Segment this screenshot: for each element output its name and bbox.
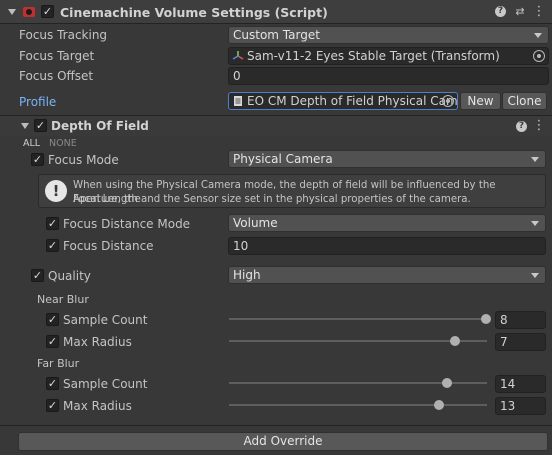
focus-offset-label: Focus Offset	[19, 69, 94, 83]
focus-offset-input[interactable]: 0	[228, 67, 549, 85]
transform-icon	[232, 50, 244, 62]
footer-separator	[0, 425, 552, 426]
add-override-button[interactable]: Add Override	[18, 432, 548, 451]
far-max-radius-slider-thumb[interactable]	[434, 400, 444, 410]
script-icon	[22, 5, 36, 19]
focus-distance-mode-value: Volume	[233, 216, 278, 230]
help-icon[interactable]: ?	[495, 6, 506, 17]
checkmark-icon: ✓	[47, 335, 58, 348]
far-max-radius-label: Max Radius	[63, 399, 132, 413]
focus-distance-label: Focus Distance	[63, 239, 154, 253]
near-sample-count-override-checkbox[interactable]: ✓	[46, 313, 59, 326]
focus-tracking-label: Focus Tracking	[19, 28, 108, 42]
far-max-radius-override-checkbox[interactable]: ✓	[46, 399, 59, 412]
quality-override-checkbox[interactable]: ✓	[31, 269, 44, 282]
presets-icon[interactable]: ⇄	[513, 5, 527, 19]
chevron-down-icon	[531, 157, 539, 162]
near-max-radius-label: Max Radius	[63, 335, 132, 349]
chevron-down-icon	[531, 273, 539, 278]
component-title: Cinemachine Volume Settings (Script)	[60, 5, 328, 20]
more-options-icon[interactable]: ⋮	[532, 119, 546, 133]
near-sample-count-slider-track[interactable]	[229, 318, 487, 320]
focus-mode-value: Physical Camera	[233, 152, 333, 166]
help-icon[interactable]: ?	[516, 121, 527, 132]
checkmark-icon: ✓	[42, 5, 53, 18]
profile-field[interactable]: EO CM Depth of Field Physical Cam	[228, 92, 458, 110]
near-sample-count-label: Sample Count	[63, 313, 148, 327]
focus-target-field[interactable]: Sam-v11-2 Eyes Stable Target (Transform)	[228, 47, 549, 65]
focus-mode-override-checkbox[interactable]: ✓	[31, 153, 44, 166]
focus-target-label: Focus Target	[19, 49, 95, 63]
profile-label: Profile	[19, 95, 57, 109]
near-blur-heading: Near Blur	[37, 293, 89, 306]
checkmark-icon: ✓	[47, 377, 58, 390]
far-sample-count-override-checkbox[interactable]: ✓	[46, 377, 59, 390]
near-max-radius-override-checkbox[interactable]: ✓	[46, 335, 59, 348]
clone-profile-button[interactable]: Clone	[502, 92, 547, 110]
near-max-radius-input[interactable]: 7	[495, 333, 546, 351]
near-sample-count-input[interactable]: 8	[495, 311, 546, 329]
checkmark-icon: ✓	[47, 239, 58, 252]
focus-tracking-dropdown[interactable]: Custom Target	[228, 26, 549, 44]
focus-distance-mode-dropdown[interactable]: Volume	[228, 214, 546, 232]
dof-foldout-arrow-icon[interactable]	[21, 123, 29, 129]
chevron-down-icon	[531, 221, 539, 226]
checkmark-icon: ✓	[35, 119, 46, 132]
focus-mode-dropdown[interactable]: Physical Camera	[228, 150, 546, 168]
info-icon: !	[45, 180, 67, 202]
all-toggle[interactable]: ALL	[23, 138, 40, 149]
more-options-icon[interactable]: ⋮	[532, 5, 546, 19]
asset-icon	[232, 95, 244, 107]
object-picker-icon[interactable]	[442, 95, 454, 107]
focus-tracking-value: Custom Target	[233, 28, 320, 42]
far-max-radius-input[interactable]: 13	[495, 397, 546, 415]
focus-mode-label: Focus Mode	[48, 153, 119, 167]
far-blur-heading: Far Blur	[37, 357, 80, 370]
new-profile-button[interactable]: New	[460, 92, 501, 110]
checkmark-icon: ✓	[47, 399, 58, 412]
far-max-radius-slider-track[interactable]	[229, 404, 487, 406]
far-sample-count-input[interactable]: 14	[495, 375, 546, 393]
none-toggle[interactable]: NONE	[49, 138, 77, 149]
focus-distance-override-checkbox[interactable]: ✓	[46, 239, 59, 252]
quality-dropdown[interactable]: High	[228, 266, 546, 284]
near-max-radius-slider-thumb[interactable]	[450, 336, 460, 346]
checkmark-icon: ✓	[47, 313, 58, 326]
focus-target-value: Sam-v11-2 Eyes Stable Target (Transform)	[247, 49, 500, 63]
checkmark-icon: ✓	[47, 217, 58, 230]
component-foldout-arrow-icon[interactable]	[8, 9, 16, 15]
near-max-radius-slider-track[interactable]	[229, 340, 487, 342]
help-text-line-2: Focal Length and the Sensor size set in …	[73, 194, 471, 205]
checkmark-icon: ✓	[32, 269, 43, 282]
focus-distance-input[interactable]: 10	[228, 237, 546, 255]
quality-value: High	[233, 268, 261, 282]
focus-distance-mode-override-checkbox[interactable]: ✓	[46, 217, 59, 230]
focus-distance-mode-label: Focus Distance Mode	[63, 217, 191, 231]
far-sample-count-slider-thumb[interactable]	[442, 378, 452, 388]
quality-label: Quality	[48, 269, 91, 283]
checkmark-icon: ✓	[32, 153, 43, 166]
near-sample-count-slider-thumb[interactable]	[481, 314, 491, 324]
profile-value: EO CM Depth of Field Physical Cam	[247, 94, 458, 108]
dof-title: Depth Of Field	[51, 119, 149, 133]
far-sample-count-label: Sample Count	[63, 377, 148, 391]
object-picker-icon[interactable]	[533, 50, 545, 62]
chevron-down-icon	[534, 33, 542, 38]
dof-enabled-checkbox[interactable]: ✓	[34, 119, 47, 132]
component-enabled-checkbox[interactable]: ✓	[41, 5, 54, 18]
